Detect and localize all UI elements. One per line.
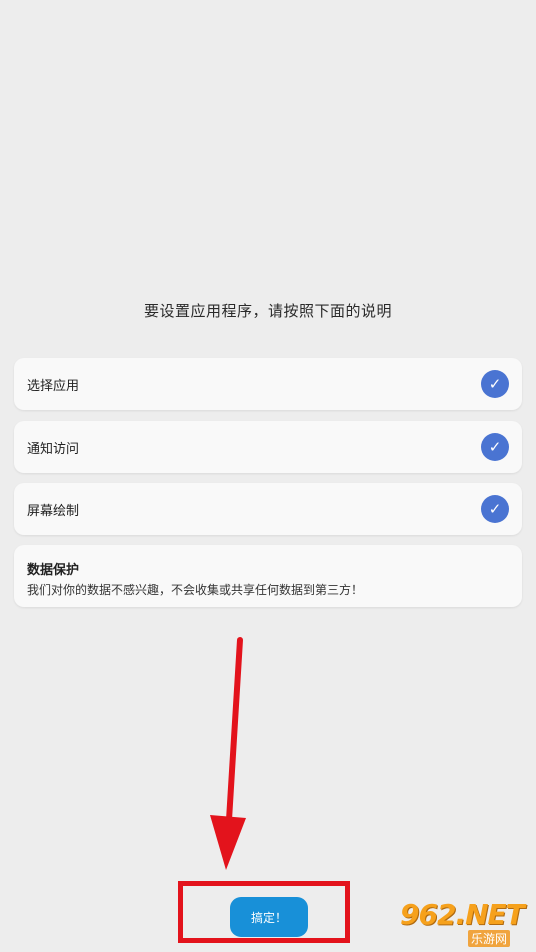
- done-button[interactable]: 搞定！: [230, 897, 308, 937]
- annotation-arrow: [210, 637, 246, 870]
- watermark-logo: 962.NET 乐游网: [398, 898, 530, 948]
- step-select-app[interactable]: 选择应用 ✓: [14, 358, 522, 410]
- check-icon: ✓: [481, 370, 509, 398]
- privacy-title: 数据保护: [27, 563, 80, 578]
- step-notification-access[interactable]: 通知访问 ✓: [14, 421, 522, 473]
- step-screen-overlay[interactable]: 屏幕绘制 ✓: [14, 483, 522, 535]
- privacy-text: 我们对你的数据不感兴趣，不会收集或共享任何数据到第三方！: [27, 583, 364, 597]
- step-label: 选择应用: [27, 379, 80, 394]
- watermark-brand: 962.NET: [400, 898, 525, 931]
- instructions-title: 要设置应用程序，请按照下面的说明: [143, 302, 392, 320]
- check-icon: ✓: [481, 433, 509, 461]
- step-label: 通知访问: [27, 442, 80, 457]
- privacy-card: 数据保护 我们对你的数据不感兴趣，不会收集或共享任何数据到第三方！: [14, 545, 522, 607]
- step-label: 屏幕绘制: [27, 504, 80, 519]
- check-icon: ✓: [481, 495, 509, 523]
- watermark-sub: 乐游网: [468, 930, 511, 947]
